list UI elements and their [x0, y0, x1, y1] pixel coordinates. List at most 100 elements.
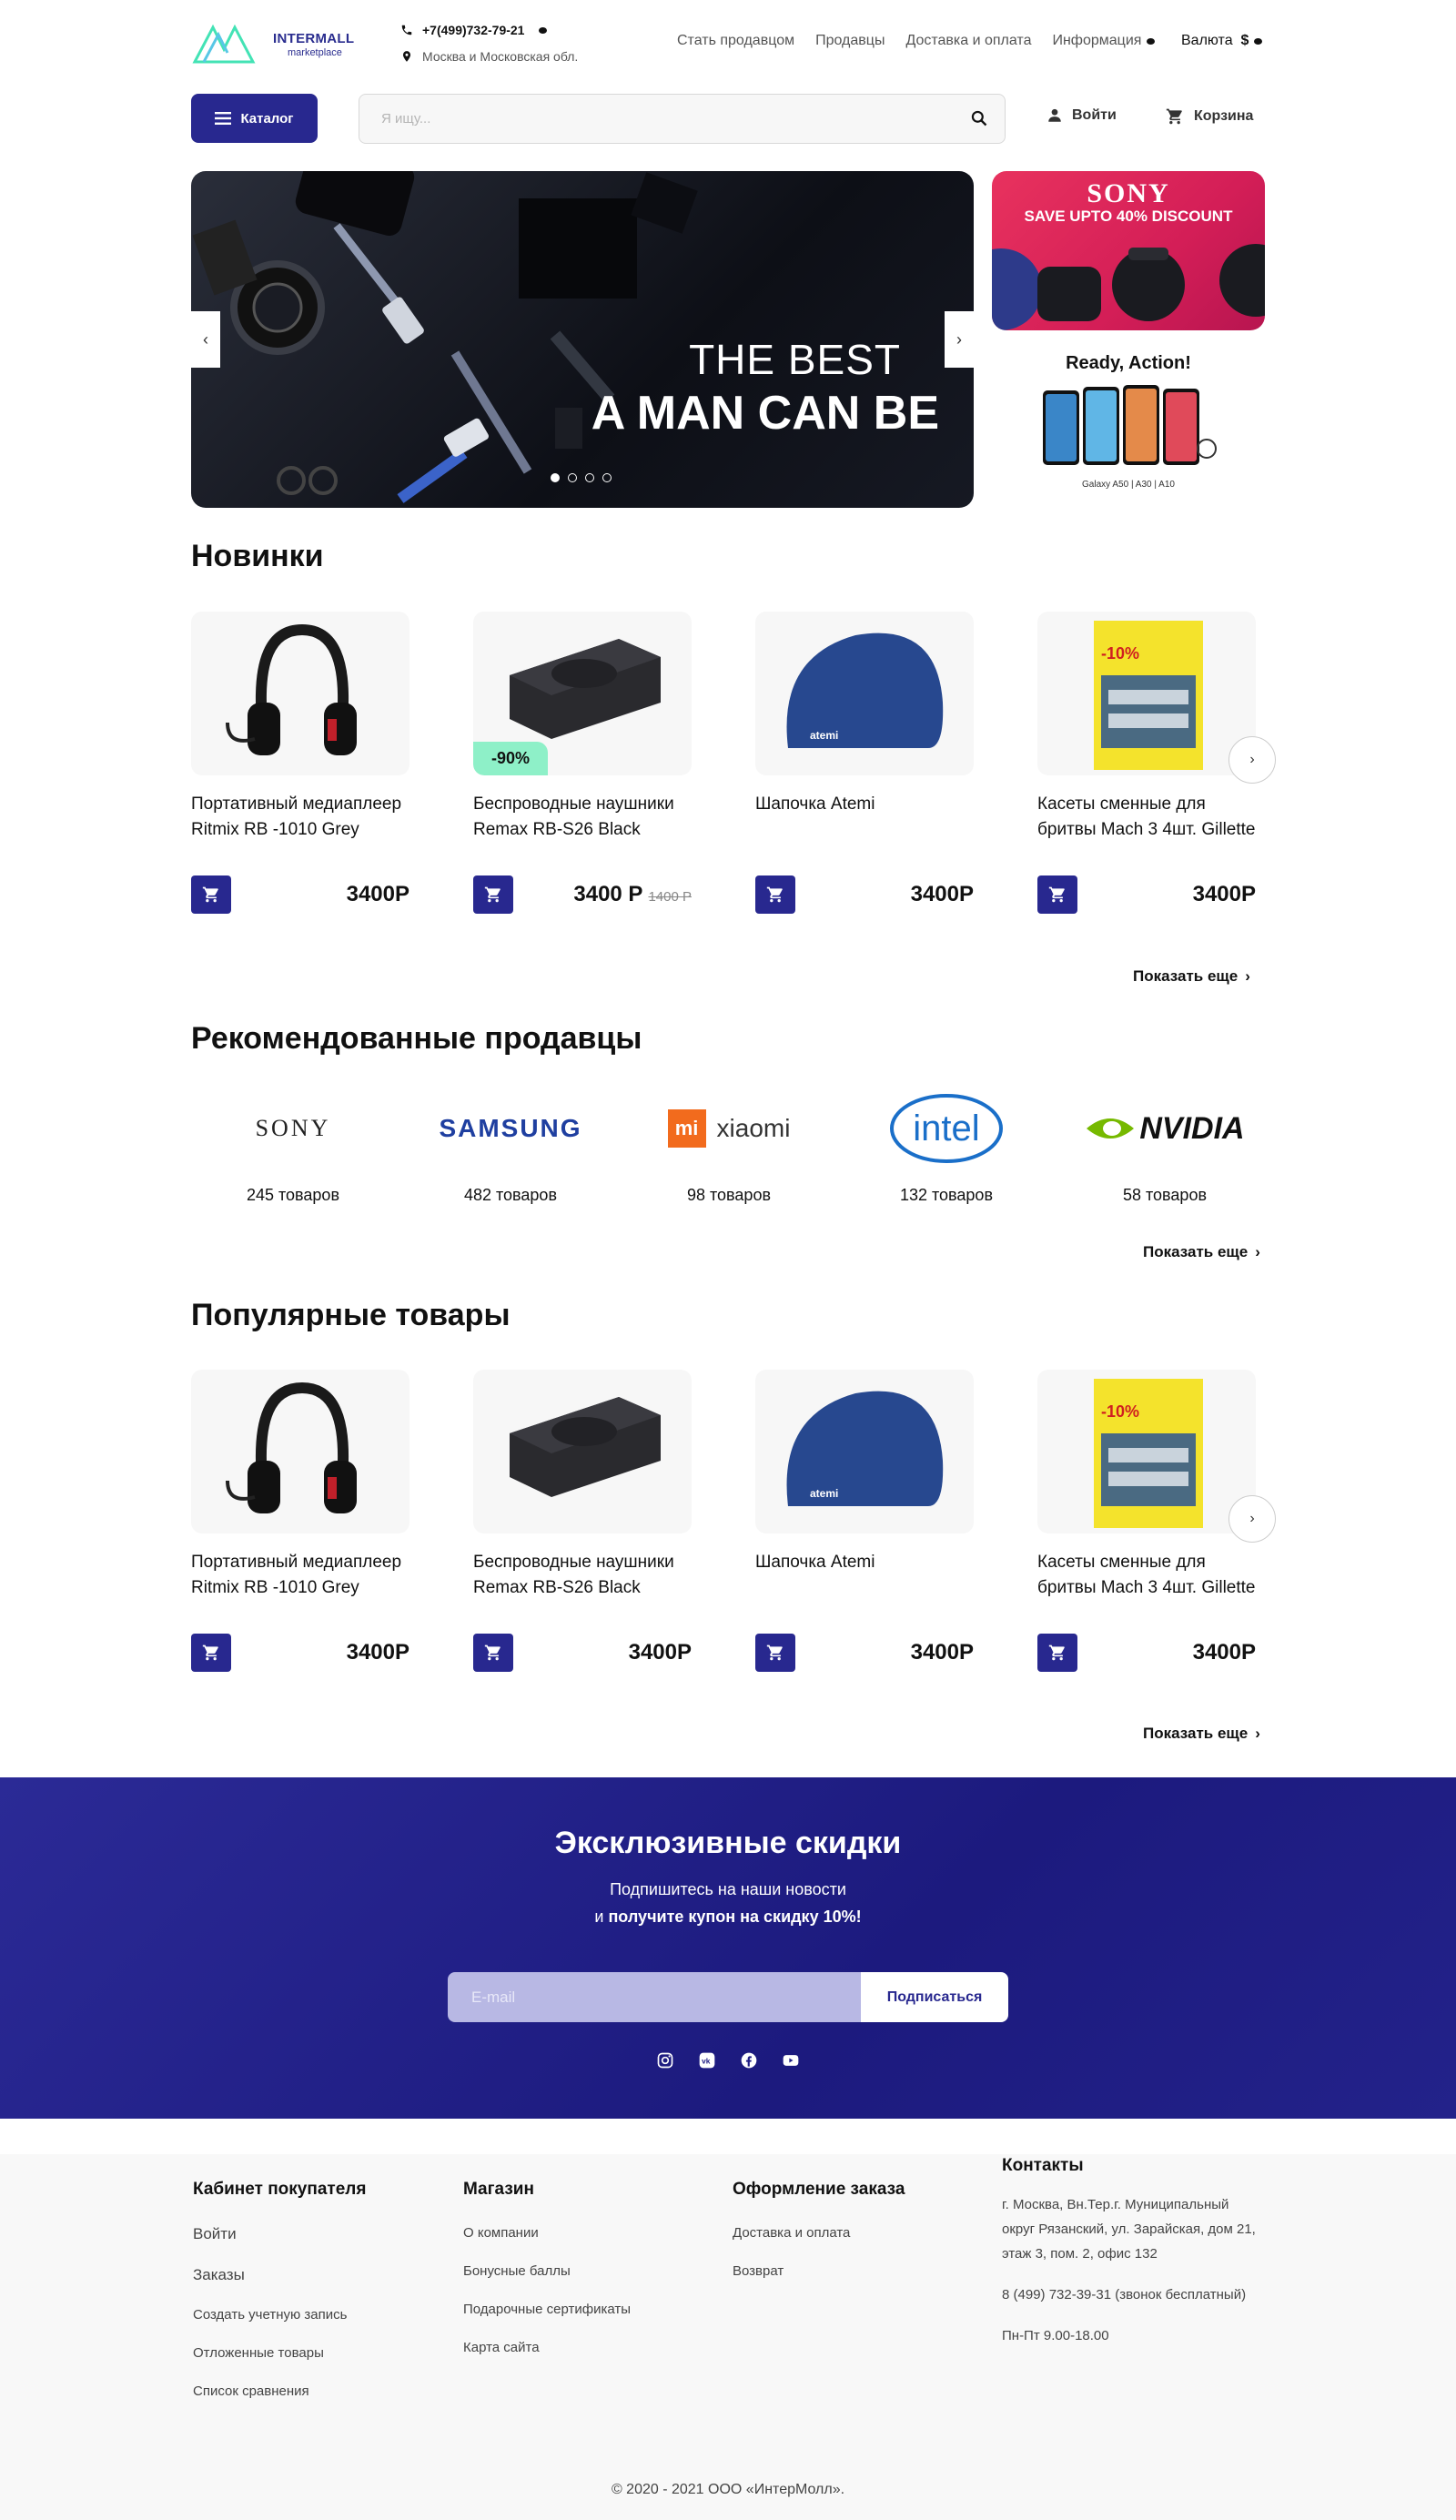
product-card[interactable]: atemi Шапочка Atemi 3400Р: [755, 612, 974, 914]
footer-phone[interactable]: 8 (499) 732-39-31 (звонок бесплатный): [1002, 2282, 1261, 2307]
product-card[interactable]: -10% Касеты сменные для бритвы Mach 3 4ш…: [1037, 1370, 1256, 1672]
product-card[interactable]: Беспроводные наушники Remax RB-S26 Black…: [473, 1370, 692, 1672]
cart-icon: [1048, 1645, 1065, 1661]
product-card[interactable]: atemi Шапочка Atemi 3400Р: [755, 1370, 974, 1672]
seller-count: 98 товаров: [686, 1186, 772, 1204]
sony-promo-banner[interactable]: SONY SAVE UPTO 40% DISCOUNT: [992, 171, 1265, 330]
currency-value: $: [1240, 33, 1249, 48]
intel-logo: intel: [855, 1088, 1037, 1169]
galaxy-promo-sub: Galaxy A50 | A30 | A10: [1082, 480, 1175, 490]
banner-dot[interactable]: [551, 473, 560, 482]
banner-prev-button[interactable]: ‹: [191, 311, 220, 368]
xiaomi-logo: mi xiaomi: [638, 1088, 820, 1169]
product-price-block: 3400 Р 1400 Р: [573, 882, 692, 907]
product-card[interactable]: Портативный медиаплеер Ritmix RB -1010 G…: [191, 612, 410, 914]
region[interactable]: Москва и Московская обл.: [400, 49, 578, 64]
currency-select[interactable]: Валюта $: [1181, 33, 1263, 49]
subscribe-line1: Подпишитесь на наши новости: [610, 1880, 846, 1898]
product-price: 3400 Р: [573, 882, 643, 906]
seller-count: 58 товаров: [1122, 1186, 1208, 1204]
banner-next-button[interactable]: ›: [945, 311, 974, 368]
nav-info-label: Информация: [1052, 33, 1142, 48]
facebook-icon[interactable]: [739, 2050, 759, 2070]
nav-delivery[interactable]: Доставка и оплата: [905, 33, 1031, 49]
chevron-right-icon: ›: [1255, 1725, 1260, 1742]
seller-card[interactable]: NVIDIA 58 товаров: [1074, 1088, 1256, 1205]
youtube-icon[interactable]: [781, 2050, 801, 2070]
add-to-cart-button[interactable]: [191, 1634, 231, 1672]
footer-link[interactable]: О компании: [463, 2225, 631, 2241]
discount-badge: -90%: [473, 742, 549, 775]
footer-link[interactable]: Бонусные баллы: [463, 2263, 631, 2279]
add-to-cart-button[interactable]: [191, 875, 231, 914]
seller-brand: SONY: [255, 1115, 331, 1141]
seller-card[interactable]: intel 132 товаров: [855, 1088, 1037, 1205]
new-items-more-link[interactable]: Показать еще ›: [1133, 967, 1250, 986]
seller-card[interactable]: SAMSUNG 482 товаров: [420, 1088, 602, 1205]
chevron-left-icon: ‹: [203, 329, 208, 349]
product-image: -10%: [1037, 612, 1256, 775]
seller-count: 482 товаров: [463, 1186, 558, 1204]
seller-brand: xiaomi: [716, 1114, 791, 1142]
product-price: 3400Р: [628, 1640, 692, 1665]
subscribe-line2: и получите купон на скидку 10%!: [0, 1908, 1456, 1927]
popular-next-button[interactable]: ›: [1228, 1495, 1276, 1543]
add-to-cart-button[interactable]: [755, 1634, 795, 1672]
seller-card[interactable]: SONY 245 товаров: [202, 1088, 384, 1205]
footer-link[interactable]: Возврат: [733, 2263, 905, 2279]
footer: Кабинет покупателя Войти Заказы Создать …: [0, 2154, 1456, 2520]
footer-link[interactable]: Подарочные сертификаты: [463, 2302, 631, 2317]
catalog-button[interactable]: Каталог: [191, 94, 318, 143]
svg-text:atemi: atemi: [810, 1487, 838, 1500]
cart-icon: [484, 886, 500, 903]
popular-more-link[interactable]: Показать еще ›: [1143, 1725, 1260, 1743]
phone[interactable]: +7(499)732-79-21: [400, 23, 548, 37]
footer-link[interactable]: Войти: [193, 2225, 366, 2243]
subscribe-button[interactable]: Подписаться: [861, 1972, 1008, 2022]
add-to-cart-button[interactable]: [1037, 1634, 1077, 1672]
product-card[interactable]: Портативный медиаплеер Ritmix RB -1010 G…: [191, 1370, 410, 1672]
cart-icon: [1166, 108, 1182, 125]
footer-link[interactable]: Создать учетную запись: [193, 2307, 366, 2323]
banner-dot[interactable]: [568, 473, 577, 482]
email-field[interactable]: [448, 1972, 861, 2022]
vk-icon[interactable]: vk: [697, 2050, 717, 2070]
seller-card[interactable]: mi xiaomi 98 товаров: [638, 1088, 820, 1205]
sellers-more-link[interactable]: Показать еще ›: [1143, 1243, 1260, 1261]
login-label: Войти: [1072, 107, 1117, 123]
seller-brand: NVIDIA: [1139, 1110, 1245, 1146]
subscribe-section: Эксклюзивные скидки Подпишитесь на наши …: [0, 1777, 1456, 2119]
nav-sellers[interactable]: Продавцы: [815, 33, 885, 49]
logo[interactable]: INTERMALL marketplace: [191, 22, 364, 71]
seller-brand: SAMSUNG: [439, 1114, 582, 1142]
new-items-next-button[interactable]: ›: [1228, 736, 1276, 784]
location-icon: [402, 51, 411, 62]
cart-link[interactable]: Корзина: [1165, 107, 1253, 126]
phone-number: +7(499)732-79-21: [422, 23, 525, 37]
product-name: Касеты сменные для бритвы Mach 3 4шт. Gi…: [1037, 1553, 1256, 1597]
banner-dot[interactable]: [602, 473, 612, 482]
search-icon[interactable]: [970, 109, 988, 132]
galaxy-promo-banner[interactable]: Ready, Action! Galaxy A50 | A30 | A10: [992, 346, 1265, 510]
add-to-cart-button[interactable]: [755, 875, 795, 914]
footer-link[interactable]: Заказы: [193, 2266, 366, 2284]
product-image: atemi: [755, 1370, 974, 1533]
login-link[interactable]: Войти: [1046, 107, 1117, 124]
add-to-cart-button[interactable]: [473, 875, 513, 914]
footer-link[interactable]: Список сравнения: [193, 2383, 366, 2399]
product-card[interactable]: -90% Беспроводные наушники Remax RB-S26 …: [473, 612, 692, 914]
search-input[interactable]: [359, 95, 942, 143]
nav-info[interactable]: Информация: [1052, 33, 1156, 49]
banner-dot[interactable]: [585, 473, 594, 482]
footer-link[interactable]: Отложенные товары: [193, 2345, 366, 2361]
hero-banner[interactable]: THE BEST A MAN CAN BE ‹ ›: [191, 171, 974, 508]
nav-become-seller[interactable]: Стать продавцом: [677, 33, 794, 49]
footer-link[interactable]: Доставка и оплата: [733, 2225, 905, 2241]
footer-link[interactable]: Карта сайта: [463, 2340, 631, 2355]
add-to-cart-button[interactable]: [473, 1634, 513, 1672]
svg-text:-10%: -10%: [1101, 1402, 1139, 1421]
product-card[interactable]: -10% Касеты сменные для бритвы Mach 3 4ш…: [1037, 612, 1256, 914]
instagram-icon[interactable]: [655, 2050, 675, 2070]
product-price: 3400Р: [910, 882, 974, 906]
add-to-cart-button[interactable]: [1037, 875, 1077, 914]
